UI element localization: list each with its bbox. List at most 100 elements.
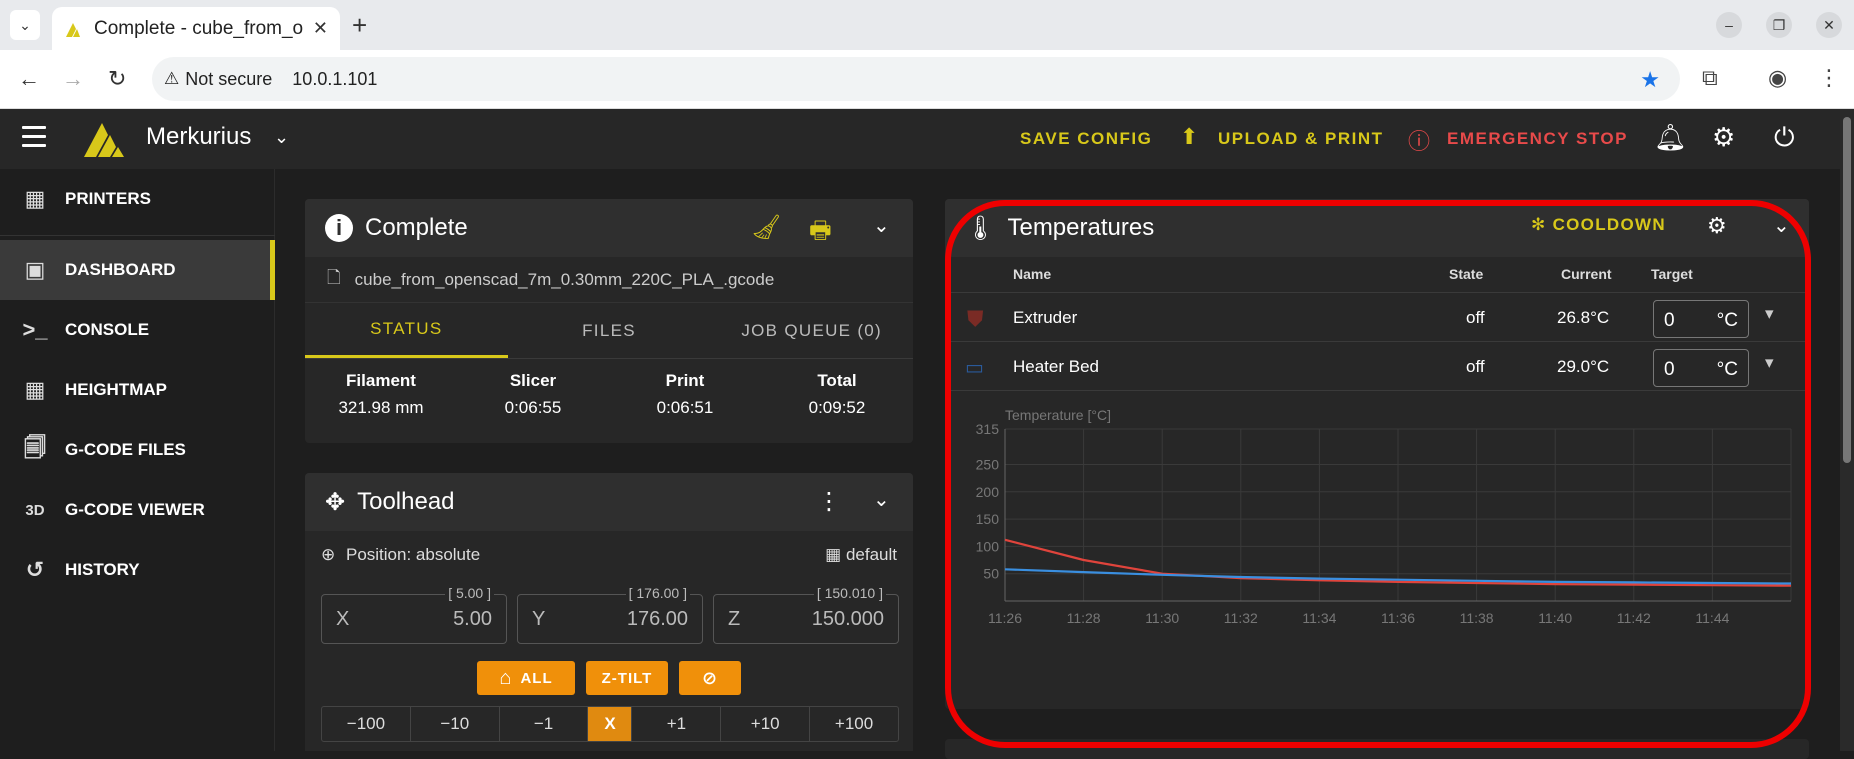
power-icon[interactable]: ⏻ [1774,122,1795,154]
heater-bed-target-input[interactable]: 0 °C [1653,349,1749,387]
col-name: Name [1013,266,1052,282]
mainsail-favicon [66,22,80,37]
jog-minus-1[interactable]: −1 [500,707,589,741]
alert-icon[interactable]: ⓘ [1408,124,1430,156]
upload-file-icon[interactable]: ⬆ [1180,124,1198,150]
more-vertical-icon[interactable]: ⋮ [817,487,841,516]
extensions-icon[interactable]: ⧉ [1702,65,1718,91]
toolhead-title: Toolhead [357,488,455,515]
home-x-button[interactable]: X [588,707,633,741]
close-window-button[interactable]: ✕ [1816,12,1842,38]
emergency-stop-button[interactable]: EMERGENCY STOP [1447,129,1628,149]
z-tilt-button[interactable]: Z-TILT [586,661,668,695]
y-tick-label: 100 [976,538,1000,554]
position-mode[interactable]: Position: absolute [346,545,480,564]
bell-icon[interactable]: 🔔︎ [1654,122,1687,153]
jog-plus-100[interactable]: +100 [810,707,898,741]
tab-status[interactable]: STATUS [305,303,508,358]
save-config-button[interactable]: SAVE CONFIG [1020,129,1152,149]
sidebar-item-gcode-files[interactable]: 🗐 G-CODE FILES [0,420,275,480]
target-unit: °C [1716,310,1738,331]
z-position-field[interactable]: [ 150.010 ] Z 150.000 [713,585,899,644]
motors-off-button[interactable]: ⊘ [679,661,741,695]
caret-down-icon[interactable]: ▾ [1765,304,1774,324]
caret-down-icon[interactable]: ▾ [1765,353,1774,373]
minimize-button[interactable]: – [1716,12,1742,38]
cooldown-button[interactable]: ✻ COOLDOWN [1531,215,1666,235]
grid-icon: ▦ [825,545,842,564]
sidebar-item-gcode-viewer[interactable]: 3D G-CODE VIEWER [0,480,275,540]
upload-print-button[interactable]: UPLOAD & PRINT [1218,129,1384,149]
back-button[interactable]: ← [18,66,40,92]
file-icon: 🗋 [327,268,341,287]
profile-icon[interactable]: ◉ [1768,65,1787,91]
reload-button[interactable]: ↻ [108,66,126,92]
x-tick-label: 11:32 [1224,610,1258,626]
tab-search-button[interactable]: ⌄ [10,10,40,40]
chevron-down-icon[interactable]: ⌄ [274,127,289,148]
heater-name: Extruder [1013,308,1078,327]
scrollbar-thumb[interactable] [1843,117,1851,463]
heater-state: off [1466,357,1485,376]
jog-plus-1[interactable]: +1 [632,707,722,741]
jog-plus-10[interactable]: +10 [721,707,811,741]
profile-selector[interactable]: ▦ default [825,545,897,565]
sidebar-item-heightmap[interactable]: ▦ HEIGHTMAP [0,360,275,420]
sidebar-item-label: HEIGHTMAP [65,380,167,399]
temperatures-panel: 🌡︎ Temperatures ✻ COOLDOWN ⚙ ⌄ Name Stat… [945,199,1809,709]
mainsail-logo [84,123,124,157]
home-all-label: ALL [520,669,553,687]
tab-job-queue[interactable]: JOB QUEUE (0) [710,303,913,358]
sidebar-item-history[interactable]: ↺ HISTORY [0,540,275,600]
y-tick-label: 50 [983,566,999,582]
menu-icon[interactable] [22,126,46,148]
jog-minus-10[interactable]: −10 [411,707,500,741]
profile-label: default [845,545,897,564]
heater-name: Heater Bed [1013,357,1099,376]
table-row-extruder: ⛊ Extruder off 26.8°C 0 °C ▾ [945,294,1809,342]
stat-label: Slicer [509,371,557,390]
sidebar-item-dashboard[interactable]: ▣ DASHBOARD [0,240,275,300]
history-icon: ↺ [25,557,45,582]
heater-current: 26.8°C [1557,308,1610,327]
target-unit: °C [1716,359,1738,380]
x-tick-label: 11:26 [988,610,1022,626]
sidebar-item-label: DASHBOARD [65,260,176,279]
browser-tab[interactable]: Complete - cube_from_o ✕ [52,7,340,50]
y-position-field[interactable]: [ 176.00 ] Y 176.00 [517,585,703,644]
sidebar-item-printers[interactable]: ▦ PRINTERS [0,169,275,229]
not-secure-label[interactable]: Not secure [185,69,272,90]
url-field[interactable]: ⚠ Not secure 10.0.1.101 ★ [152,57,1680,101]
restore-button[interactable]: ❐ [1766,12,1792,38]
extruder-target-input[interactable]: 0 °C [1653,300,1749,338]
home-all-button[interactable]: ⌂ ALL [477,661,575,695]
browser-menu-icon[interactable]: ⋮ [1818,65,1840,91]
x-target: [ 5.00 ] [445,585,494,601]
stat-value: 0:09:52 [808,398,866,417]
page-scrollbar[interactable] [1840,109,1854,751]
chevron-down-icon[interactable]: ⌄ [873,487,890,512]
settings-cogs-icon[interactable]: ⚙ [1712,122,1735,153]
printer-name[interactable]: Merkurius [146,123,251,151]
terminal-icon: >_ [22,317,48,342]
chevron-down-icon[interactable]: ⌄ [873,213,890,238]
extruder-icon[interactable]: ⛊ [967,306,984,332]
chevron-down-icon[interactable]: ⌄ [1773,213,1790,238]
sidebar: ▦ PRINTERS ▣ DASHBOARD >_ CONSOLE ▦ HEIG… [0,169,275,751]
printer-icon[interactable]: 🖶 [809,213,832,254]
url-text[interactable]: 10.0.1.101 [292,69,377,90]
jog-minus-100[interactable]: −100 [322,707,411,741]
new-tab-button[interactable]: + [352,10,367,41]
tab-files[interactable]: FILES [508,303,711,358]
heater-bed-icon[interactable]: ▭ [965,355,984,380]
broom-icon[interactable]: 🧹︎ [751,213,781,242]
bookmark-star-icon[interactable]: ★ [1640,67,1660,93]
forward-button[interactable]: → [62,66,84,92]
col-target: Target [1651,266,1693,282]
gear-icon[interactable]: ⚙ [1707,213,1727,239]
sidebar-item-console[interactable]: >_ CONSOLE [0,300,275,360]
x-tick-label: 11:30 [1145,610,1179,626]
temperatures-panel-header: 🌡︎ Temperatures ✻ COOLDOWN ⚙ ⌄ [945,199,1809,257]
close-tab-icon[interactable]: ✕ [313,18,328,39]
x-position-field[interactable]: [ 5.00 ] X 5.00 [321,585,507,644]
